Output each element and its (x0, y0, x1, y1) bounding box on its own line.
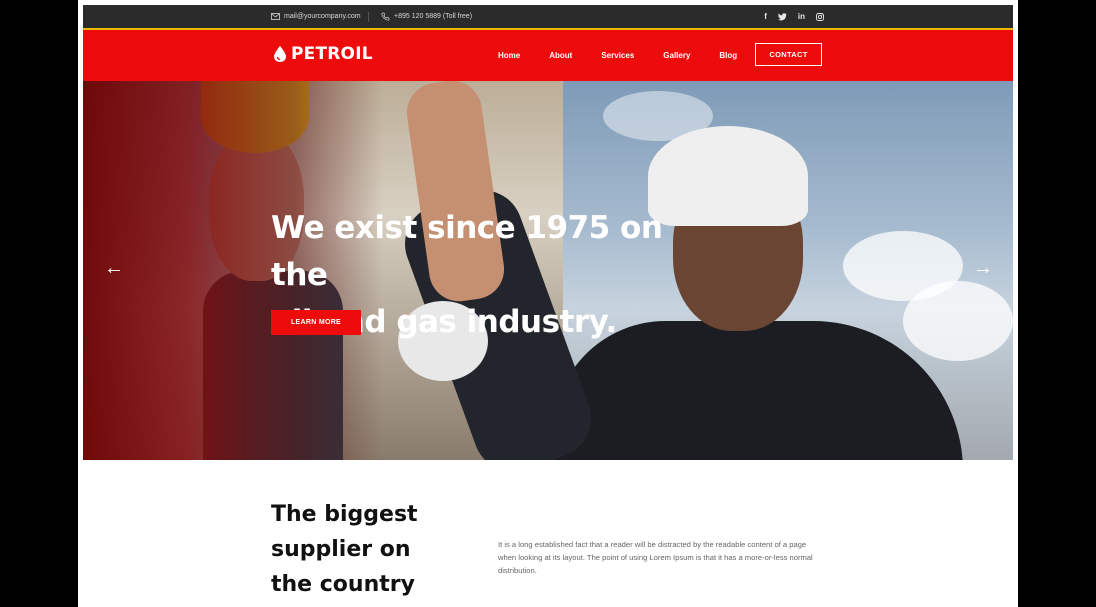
facebook-icon[interactable]: f (764, 12, 767, 21)
phone-contact[interactable]: +895 120 5889 (Toll free) (381, 5, 472, 28)
twitter-icon[interactable] (777, 12, 787, 21)
phone-text: +895 120 5889 (Toll free) (394, 13, 473, 20)
logo[interactable]: PETROIL (271, 44, 373, 64)
topbar-divider (368, 12, 369, 22)
about-heading-line-1: The biggest (271, 502, 418, 527)
contact-button[interactable]: CONTACT (755, 43, 822, 66)
nav-blog[interactable]: Blog (719, 51, 737, 60)
learn-more-button[interactable]: LEARN MORE (271, 310, 361, 335)
about-heading: The biggest supplier on the country (271, 497, 491, 602)
about-paragraph: It is a long established fact that a rea… (498, 540, 813, 575)
top-bar: mail@yourcompany.com +895 120 5889 (Toll… (83, 5, 1013, 28)
about-heading-line-2: supplier on (271, 537, 411, 562)
linkedin-icon[interactable]: in (798, 12, 805, 21)
email-text: mail@yourcompany.com (284, 13, 361, 20)
hero-slider: We exist since 1975 on the oil and gas i… (83, 81, 1013, 460)
nav-services[interactable]: Services (601, 51, 634, 60)
arrow-right-icon[interactable]: → (973, 257, 993, 279)
main-nav: Home About Services Gallery Blog (498, 30, 766, 81)
instagram-icon[interactable] (816, 12, 824, 21)
arrow-left-icon[interactable]: ← (104, 257, 124, 279)
about-heading-line-3: the country (271, 572, 415, 597)
nav-gallery[interactable]: Gallery (663, 51, 690, 60)
nav-about[interactable]: About (549, 51, 572, 60)
site-header: PETROIL Home About Services Gallery Blog… (83, 30, 1013, 81)
hero-title-line-1: We exist since 1975 on the (271, 210, 663, 293)
logo-text: PETROIL (291, 44, 373, 64)
nav-home[interactable]: Home (498, 51, 520, 60)
mail-icon (271, 13, 280, 20)
social-links: f in (764, 5, 824, 28)
phone-icon (381, 12, 390, 21)
email-contact[interactable]: mail@yourcompany.com (271, 5, 361, 28)
drop-logo-icon (274, 46, 286, 62)
page: mail@yourcompany.com +895 120 5889 (Toll… (83, 5, 1013, 607)
